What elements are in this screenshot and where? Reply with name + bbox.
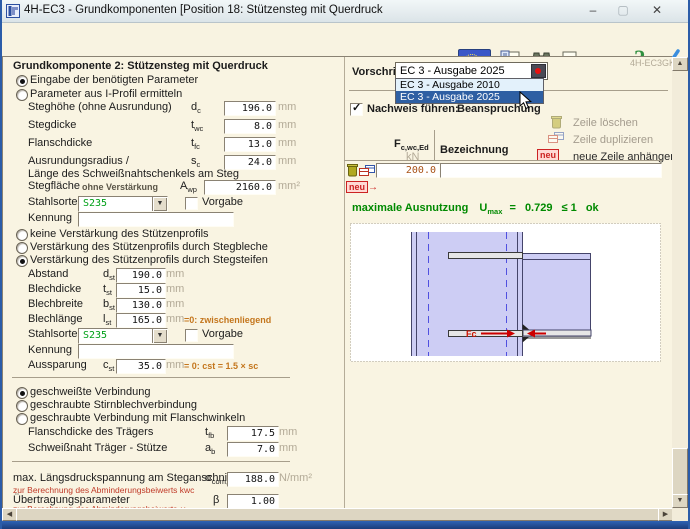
force-label: Fc — [466, 329, 477, 339]
divider — [12, 461, 290, 462]
lst-input[interactable]: 165.0 — [116, 313, 166, 328]
tfc-input[interactable]: 13.0 — [224, 137, 276, 152]
maximize-button[interactable]: ▢ — [612, 3, 634, 19]
column-header-bezeichnung: Bezeichnung — [440, 144, 508, 156]
vorgabe-checkbox[interactable] — [185, 197, 198, 210]
radio-icon[interactable] — [16, 413, 28, 425]
divider — [12, 377, 290, 378]
radio-bolted-endplate[interactable]: geschraubte Stirnblechverbindung — [0, 399, 345, 412]
dropdown-arrow-icon[interactable]: ▼ — [152, 197, 167, 211]
vertical-scrollbar[interactable]: ▲ ▼ — [672, 57, 688, 508]
force-value-input[interactable]: 200.0 — [376, 163, 440, 178]
table-top-line — [344, 160, 662, 161]
title-bar: 4H-EC3 - Grundkomponenten [Position 18: … — [0, 0, 690, 23]
append-row-button[interactable]: neu→ — [346, 181, 378, 193]
kennung-input[interactable] — [78, 344, 234, 359]
param-row: Steghöhe (ohne Ausrundung) dc 196.0 mm — [0, 101, 345, 116]
toolbar: ec ? — [0, 22, 690, 56]
duplicate-row-label[interactable]: Zeile duplizieren — [573, 134, 653, 146]
scrollbar-corner — [672, 508, 688, 521]
param-row: Abstand dst 190.0 mm — [0, 268, 345, 283]
scroll-left-icon[interactable]: ◀ — [2, 508, 17, 521]
kennung-row: Kennung — [0, 212, 345, 227]
param-row: Stegdicke twc 8.0 mm — [0, 119, 345, 134]
radio-icon[interactable] — [16, 242, 28, 254]
duplicate-row-icon[interactable] — [359, 165, 375, 177]
steel-row: Stahlsorte S235 ▼ Vorgabe — [0, 196, 345, 211]
vertical-scroll-thumb[interactable] — [672, 448, 688, 496]
param-row: Blechdicke tst 15.0 mm — [0, 283, 345, 298]
radio-bolted-angles[interactable]: geschraubte Verbindung mit Flanschwinkel… — [0, 412, 345, 425]
steel-row: Stahlsorte S235 ▼ Vorgabe — [0, 328, 345, 343]
dropdown-arrow-icon[interactable]: ▼ — [152, 329, 167, 343]
awp-input[interactable]: 2160.0 — [204, 180, 276, 195]
duplicate-row-icon[interactable] — [548, 132, 564, 144]
bst-input[interactable]: 130.0 — [116, 298, 166, 313]
param-row: Blechbreite bst 130.0 mm — [0, 298, 345, 313]
combo-open-icon[interactable] — [531, 64, 546, 78]
delete-row-icon[interactable] — [347, 163, 358, 177]
radio-web-stiffeners[interactable]: Verstärkung des Stützenprofils durch Ste… — [0, 254, 345, 267]
radio-icon[interactable] — [16, 89, 28, 101]
kennung-input[interactable] — [78, 212, 234, 227]
vorgabe-checkbox[interactable] — [185, 329, 198, 342]
mouse-cursor — [519, 91, 532, 110]
radio-mode-profile[interactable]: Parameter aus I-Profil ermitteln — [0, 88, 345, 101]
app-window: 4H-EC3 - Grundkomponenten [Position 18: … — [0, 0, 690, 529]
radio-icon[interactable] — [16, 75, 28, 87]
param-row: Flanschdicke tfc 13.0 mm — [0, 137, 345, 152]
joint-schematic-drawing: Fc — [350, 223, 661, 362]
beta-input[interactable]: 1.00 — [227, 494, 279, 509]
cst-input[interactable]: 35.0 — [116, 359, 166, 374]
steel-grade-select[interactable]: S235 ▼ — [78, 328, 168, 344]
window-frame — [0, 0, 2, 529]
window-frame — [0, 521, 690, 529]
param-row: Aussparung cst 35.0 mm = 0: cst = 1.5 × … — [0, 359, 345, 374]
radio-mode-input[interactable]: Eingabe der benötigten Parameter — [0, 74, 345, 87]
param-row: Blechlänge lst 165.0 mm =0: zwischenlieg… — [0, 313, 345, 328]
ab-input[interactable]: 7.0 — [227, 442, 279, 457]
radio-welded-connection[interactable]: geschweißte Verbindung — [0, 386, 345, 399]
scroll-up-icon[interactable]: ▲ — [672, 57, 688, 71]
result-line: maximale Ausnutzung Umax = 0.729 ≤ 1 ok — [352, 202, 599, 216]
module-tag: 4H-EC3GK — [630, 58, 675, 68]
delete-row-icon[interactable] — [551, 115, 562, 129]
param-label-line2: Länge des Schweißnahtschenkels am Steg — [28, 168, 239, 180]
kennung-row: Kennung — [0, 344, 345, 359]
param-row: Flanschdicke des Trägers tfb 17.5 mm — [0, 426, 345, 441]
radio-icon[interactable] — [16, 387, 28, 399]
delete-row-label[interactable]: Zeile löschen — [573, 117, 638, 129]
close-button[interactable]: ✕ — [646, 3, 668, 19]
tst-input[interactable]: 15.0 — [116, 283, 166, 298]
tfb-input[interactable]: 17.5 — [227, 426, 279, 441]
horizontal-scroll-thumb[interactable] — [16, 508, 659, 521]
dc-input[interactable]: 196.0 — [224, 101, 276, 116]
radio-icon[interactable] — [16, 255, 28, 267]
section-heading: Grundkomponente 2: Stützensteg mit Querd… — [13, 60, 268, 72]
window-title: 4H-EC3 - Grundkomponenten [Position 18: … — [24, 4, 383, 16]
radio-no-reinforcement[interactable]: keine Verstärkung des Stützenprofils — [0, 228, 345, 241]
radio-icon[interactable] — [16, 229, 28, 241]
radio-icon[interactable] — [16, 400, 28, 412]
twc-input[interactable]: 8.0 — [224, 119, 276, 134]
sigma-input[interactable]: 188.0 — [227, 472, 279, 487]
steel-grade-select[interactable]: S235 ▼ — [78, 196, 168, 212]
bezeichnung-input[interactable] — [440, 163, 662, 178]
dropdown-option-2010[interactable]: EC 3 - Ausgabe 2010 — [396, 79, 543, 91]
scroll-right-icon[interactable]: ▶ — [658, 508, 673, 521]
header-divider — [434, 130, 435, 160]
scroll-down-icon[interactable]: ▼ — [672, 494, 688, 508]
append-row-label[interactable]: neue Zeile anhängen — [573, 151, 676, 163]
app-icon — [6, 4, 20, 18]
column-unit: kN — [406, 151, 419, 163]
horizontal-scrollbar[interactable]: ◀ ▶ — [2, 508, 672, 521]
minimize-button[interactable]: – — [582, 3, 604, 19]
dst-input[interactable]: 190.0 — [116, 268, 166, 283]
param-row: Stegfläche ohne Verstärkung Awp 2160.0 m… — [0, 180, 345, 195]
param-row: Schweißnaht Träger - Stütze ab 7.0 mm — [0, 442, 345, 457]
radio-web-plates[interactable]: Verstärkung des Stützenprofils durch Ste… — [0, 241, 345, 254]
nachweis-checkbox[interactable]: ✓ — [350, 103, 363, 116]
